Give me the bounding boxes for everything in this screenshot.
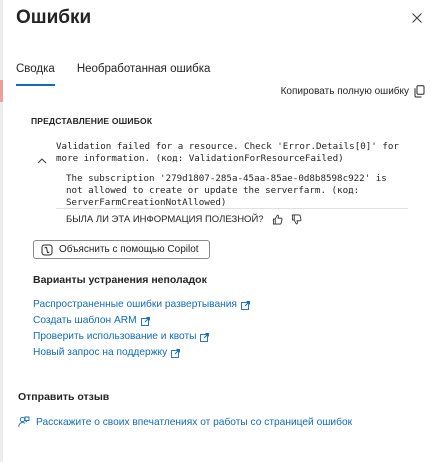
close-icon <box>412 13 422 23</box>
error-view-heading: ПРЕДСТАВЛЕНИЕ ОШИБОК <box>31 116 153 126</box>
external-link-icon <box>241 300 250 310</box>
thumbs-up-button[interactable] <box>272 214 283 225</box>
tab-raw-error[interactable]: Необработанная ошибка <box>77 62 211 86</box>
link-new-support-request[interactable]: Новый запрос на поддержку <box>33 345 250 361</box>
close-button[interactable] <box>409 10 425 26</box>
link-check-usage-quotas[interactable]: Проверить использование и квоты <box>33 329 250 345</box>
error-main-message: Validation failed for a resource. Check … <box>56 141 399 164</box>
external-link-icon <box>171 348 181 358</box>
link-label: Создать шаблон ARM <box>33 315 137 326</box>
copy-full-error-button[interactable]: Копировать полную ошибку <box>281 85 425 98</box>
tab-bar: Сводка Необработанная ошибка <box>16 62 429 86</box>
left-edge-marker <box>0 80 3 102</box>
link-label: Проверить использование и квоты <box>33 331 197 342</box>
page-title: Ошибки <box>16 7 92 28</box>
error-divider <box>56 208 408 209</box>
person-feedback-icon <box>18 416 30 428</box>
link-label: Новый запрос на поддержку <box>33 347 168 358</box>
external-link-icon <box>140 316 150 326</box>
link-create-arm-template[interactable]: Создать шаблон ARM <box>33 313 250 329</box>
explain-with-copilot-button[interactable]: Объяснить с помощью Copilot <box>33 240 210 259</box>
feedback-link-label: Расскажите о своих впечатлениях от работ… <box>36 416 353 428</box>
panel-header: Ошибки <box>16 6 429 36</box>
link-label: Распространенные ошибки развертывания <box>33 299 237 310</box>
helpful-question: БЫЛА ЛИ ЭТА ИНФОРМАЦИЯ ПОЛЕЗНОЙ? <box>66 214 264 225</box>
copy-full-error-label: Копировать полную ошибку <box>280 86 409 97</box>
troubleshooting-title: Варианты устранения неполадок <box>33 274 207 286</box>
error-detail-message: The subscription '279d1807-285a-45aa-85a… <box>66 173 387 208</box>
thumbs-down-button[interactable] <box>291 214 302 225</box>
thumbs-down-icon <box>291 214 302 225</box>
tab-summary[interactable]: Сводка <box>16 62 55 86</box>
left-edge-strip <box>0 0 3 462</box>
collapse-error-button[interactable] <box>36 153 48 164</box>
chevron-up-icon <box>37 158 47 164</box>
link-common-deployment-errors[interactable]: Распространенные ошибки развертывания <box>33 297 250 313</box>
send-feedback-title: Отправить отзыв <box>18 391 110 403</box>
helpful-question-row: БЫЛА ЛИ ЭТА ИНФОРМАЦИЯ ПОЛЕЗНОЙ? <box>66 214 302 225</box>
thumbs-up-icon <box>272 214 283 225</box>
copilot-icon <box>41 244 53 255</box>
copilot-button-label: Объяснить с помощью Copilot <box>59 244 199 255</box>
copy-icon <box>414 85 425 98</box>
external-link-icon <box>200 332 210 342</box>
feedback-link[interactable]: Расскажите о своих впечатлениях от работ… <box>18 416 352 428</box>
troubleshooting-links: Распространенные ошибки развертывания Со… <box>33 297 250 361</box>
